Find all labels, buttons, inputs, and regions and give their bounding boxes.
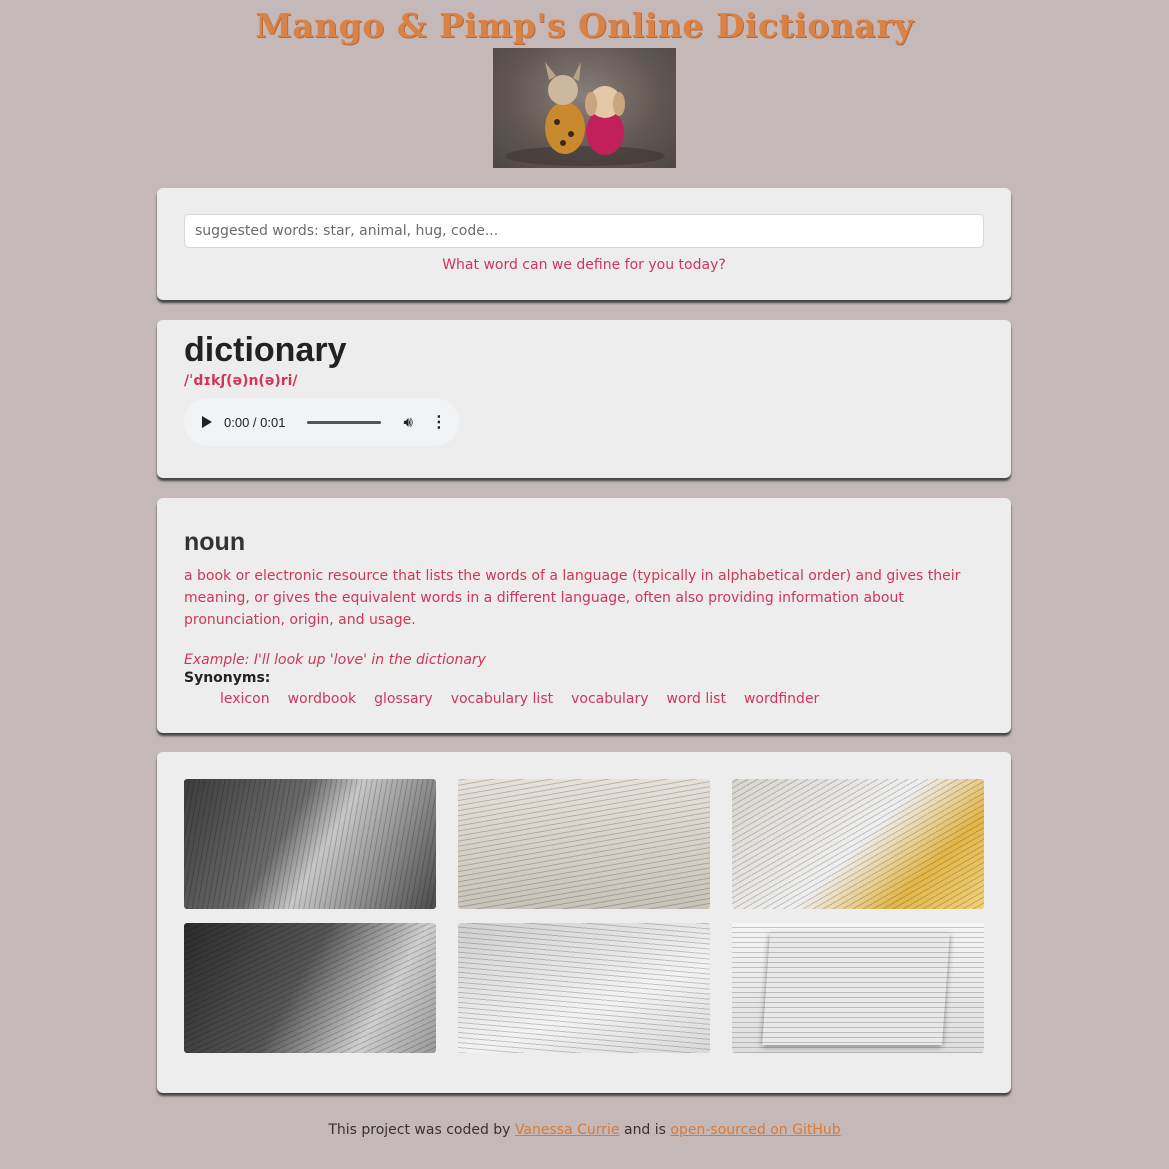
- search-input[interactable]: [184, 214, 984, 248]
- footer-text: and is: [623, 1122, 666, 1138]
- photos-card: [157, 752, 1011, 1093]
- synonym-item: lexicon: [220, 691, 270, 707]
- example-text: Example: I'll look up 'love' in the dict…: [184, 652, 486, 668]
- part-of-speech: noun: [184, 528, 246, 556]
- photo-thumbnail[interactable]: [184, 923, 436, 1053]
- audio-progress-slider[interactable]: [307, 420, 382, 424]
- synonym-item: glossary: [374, 691, 433, 707]
- site-title: Mango & Pimp's Online Dictionary: [255, 6, 914, 45]
- synonyms-label: Synonyms:: [184, 670, 271, 686]
- photo-thumbnail[interactable]: [184, 779, 436, 909]
- dogs-photo: [493, 48, 676, 168]
- definition-text: a book or electronic resource that lists…: [184, 568, 961, 628]
- audio-player[interactable]: 0:00 / 0:01 🔊︎ ⋮: [184, 398, 459, 446]
- synonyms-list: lexicon wordbook glossary vocabulary lis…: [220, 691, 984, 707]
- synonym-item: word list: [666, 691, 726, 707]
- search-prompt: What word can we define for you today?: [442, 257, 726, 273]
- play-icon[interactable]: [202, 416, 212, 428]
- github-link[interactable]: open-sourced on GitHub: [670, 1122, 840, 1138]
- photo-thumbnail[interactable]: [732, 779, 984, 909]
- volume-icon[interactable]: 🔊︎: [403, 414, 412, 431]
- synonym-item: wordfinder: [743, 691, 820, 707]
- author-link[interactable]: Vanessa Currie: [515, 1122, 620, 1138]
- phonetic-text: /ˈdɪkʃ(ə)n(ə)ri/: [184, 373, 298, 389]
- synonym-item: vocabulary: [571, 691, 649, 707]
- synonym-item: wordbook: [287, 691, 357, 707]
- more-options-icon[interactable]: ⋮: [431, 412, 447, 432]
- photo-thumbnail[interactable]: [458, 923, 710, 1053]
- definition-card: noun a book or electronic resource that …: [157, 498, 1011, 733]
- photo-thumbnail[interactable]: [458, 779, 710, 909]
- photo-thumbnail[interactable]: [732, 923, 984, 1053]
- word-card: dictionary /ˈdɪkʃ(ə)n(ə)ri/ 0:00 / 0:01 …: [157, 320, 1011, 478]
- audio-time: 0:00 / 0:01: [224, 414, 286, 430]
- footer: This project was coded by Vanessa Currie…: [0, 1122, 1169, 1138]
- synonym-item: vocabulary list: [450, 691, 554, 707]
- search-card: What word can we define for you today?: [157, 188, 1011, 300]
- footer-text: This project was coded by: [328, 1122, 511, 1138]
- word-heading: dictionary: [184, 331, 347, 369]
- photo-grid: [184, 779, 984, 1053]
